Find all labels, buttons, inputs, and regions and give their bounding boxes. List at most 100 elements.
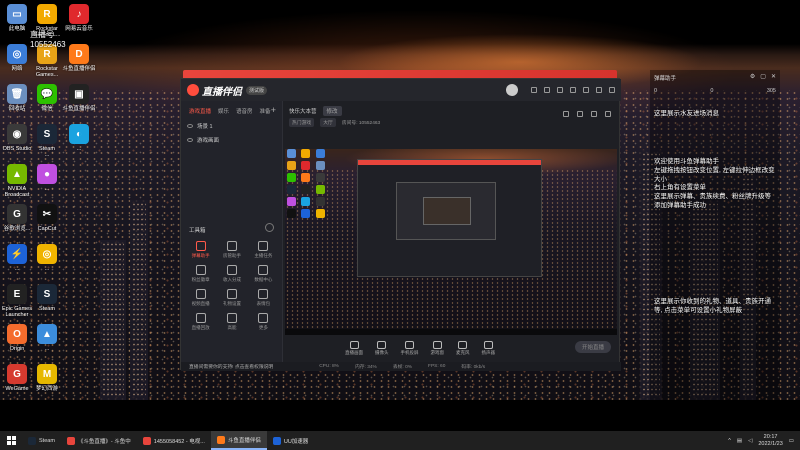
toolbox-item[interactable]: 粉丝徽章 bbox=[185, 265, 216, 283]
desktop-icon-label: ... bbox=[44, 266, 50, 272]
tab-game-live[interactable]: 游戏直播 bbox=[189, 107, 211, 115]
desktop-icon[interactable]: O Origin bbox=[0, 324, 34, 352]
desktop-icon[interactable]: 🗑 回收站 bbox=[0, 84, 34, 112]
desktop-icon[interactable]: G 谷歌浏览... bbox=[0, 204, 34, 232]
phone-cast-button[interactable]: 手机投屏 bbox=[401, 340, 419, 356]
toolbox-item[interactable]: 高能 bbox=[216, 313, 247, 331]
taskbar-item[interactable]: Steam bbox=[22, 431, 61, 450]
windows-icon bbox=[6, 436, 16, 445]
speaker-button[interactable]: 扬声器 bbox=[482, 340, 495, 356]
scene-item[interactable]: 游戏画面 bbox=[181, 133, 282, 147]
control-label: 麦克风 bbox=[456, 349, 470, 355]
desktop-icon[interactable]: E Epic Games Launcher bbox=[0, 284, 34, 318]
toolbox-item[interactable]: 直播回放 bbox=[185, 313, 216, 331]
taskbar-item[interactable]: 1455058452 - 电视... bbox=[137, 431, 211, 450]
message-icon[interactable] bbox=[531, 87, 537, 93]
clock[interactable]: 20:17 2022/1/23 bbox=[758, 434, 782, 447]
room-info-bar: 热门游戏 大厅 房间号: 10552463 bbox=[289, 118, 380, 127]
category-chip[interactable]: 热门游戏 bbox=[289, 118, 315, 127]
eye-icon[interactable] bbox=[187, 124, 193, 128]
microphone-icon bbox=[458, 340, 468, 349]
tool-label: 更多 bbox=[258, 325, 268, 330]
toolbox-item[interactable]: 更多 bbox=[248, 313, 279, 331]
pin-icon[interactable]: ▢ bbox=[760, 73, 766, 80]
toolbox-item[interactable]: 房管助手 bbox=[216, 241, 247, 259]
tab-entertainment[interactable]: 娱乐 bbox=[218, 107, 229, 115]
desktop-icon[interactable]: ◎ 网络 bbox=[0, 44, 34, 72]
toolbox-item[interactable]: 主播任务 bbox=[248, 241, 279, 259]
desktop-icon[interactable]: D 斗鱼直播伴侣 bbox=[62, 44, 96, 72]
desktop-icon[interactable]: ●... bbox=[30, 164, 64, 192]
close-icon[interactable] bbox=[609, 87, 615, 93]
clock-time: 20:17 bbox=[763, 433, 778, 440]
chevron-up-icon[interactable]: ^ bbox=[728, 438, 731, 444]
taskbar-item-label: 斗鱼直播伴侣 bbox=[227, 437, 261, 444]
toolbox-item[interactable]: 收入分成 bbox=[216, 265, 247, 283]
preview-nested-window-2 bbox=[423, 197, 471, 225]
toolbox-item[interactable]: 礼物设置 bbox=[216, 289, 247, 307]
settings-icon[interactable] bbox=[557, 87, 563, 93]
system-tray: ^ ▤ ◁ 20:17 2022/1/23 ▭ bbox=[728, 434, 800, 447]
desktop-icon[interactable]: M 梦幻西游 bbox=[30, 364, 64, 392]
screen-capture-button[interactable]: 直播画面 bbox=[345, 340, 363, 356]
app-icon: ◉ bbox=[7, 124, 27, 144]
desktop-icon[interactable]: ◐... bbox=[62, 124, 96, 152]
camera-button[interactable]: 摄像头 bbox=[375, 340, 389, 356]
network-icon[interactable]: ▤ bbox=[737, 438, 742, 444]
toolbox-grid: 弹幕助手 房管助手 主播任务粉丝徽章 收入分成 数据中心视频直播 礼物设置 表情包直播回放 高… bbox=[185, 241, 279, 331]
toolbox-toggle-icon[interactable] bbox=[265, 223, 274, 232]
tab-voice-room[interactable]: 语音房 bbox=[236, 107, 253, 115]
menu-icon[interactable] bbox=[570, 87, 576, 93]
toolbox-item[interactable]: 弹幕助手 bbox=[185, 241, 216, 259]
desktop-icon[interactable]: G WeGame bbox=[0, 364, 34, 392]
edit-room-button[interactable]: 修改 bbox=[322, 106, 342, 116]
tool-label: 弹幕助手 bbox=[191, 253, 210, 258]
tab-prepare[interactable]: 准备 bbox=[260, 107, 271, 115]
scene-label: 游戏画面 bbox=[197, 138, 220, 144]
desktop-icon[interactable]: ♪ 网易云音乐 bbox=[62, 4, 96, 32]
app-icon: 🗑 bbox=[7, 84, 27, 104]
layout-icon[interactable] bbox=[591, 111, 597, 117]
danmu-assistant-panel[interactable]: 弹幕助手 ⚙ ▢ ✕ 0 0 305 这里展示水友进场消息 欢迎使用斗鱼弹幕助手… bbox=[650, 70, 780, 400]
volume-icon[interactable]: ◁ bbox=[748, 438, 752, 444]
desktop-icon[interactable]: S Steam bbox=[30, 284, 64, 312]
taskbar-item[interactable]: UU加速器 bbox=[267, 431, 314, 450]
share-icon[interactable] bbox=[563, 111, 569, 117]
desktop-icon[interactable]: ◉ OBS Studio bbox=[0, 124, 34, 152]
desktop-icon[interactable]: ◎... bbox=[30, 244, 64, 272]
toolbox-item[interactable]: 表情包 bbox=[248, 289, 279, 307]
maximize-icon[interactable] bbox=[596, 87, 602, 93]
microphone-button[interactable]: 麦克风 bbox=[456, 340, 470, 356]
add-scene-icon[interactable]: + bbox=[271, 105, 276, 115]
desktop-icon[interactable]: 💬 微信 bbox=[30, 84, 64, 112]
close-icon[interactable]: ✕ bbox=[771, 73, 776, 80]
live-preview[interactable] bbox=[285, 149, 617, 335]
user-avatar[interactable] bbox=[506, 84, 518, 96]
app-icon: ▭ bbox=[7, 4, 27, 24]
gift-icon[interactable] bbox=[544, 87, 550, 93]
desktop-icon[interactable]: ⚡... bbox=[0, 244, 34, 272]
desktop-icon[interactable]: ▲ NVIDIA Broadcast bbox=[0, 164, 34, 198]
desktop-icon[interactable]: ✂ CapCut bbox=[30, 204, 64, 232]
settings-icon[interactable]: ⚙ bbox=[750, 73, 755, 80]
start-button[interactable] bbox=[0, 431, 22, 450]
desktop-icon[interactable]: ▲... bbox=[30, 324, 64, 352]
taskbar-item[interactable]: 《斗鱼直播》- 斗鱼中 bbox=[61, 431, 137, 450]
taskbar-item[interactable]: 斗鱼直播伴侣 bbox=[210, 431, 267, 450]
hall-chip[interactable]: 大厅 bbox=[320, 118, 336, 127]
desktop-icon[interactable]: S Steam ... bbox=[30, 124, 64, 158]
toolbox-item[interactable]: 数据中心 bbox=[248, 265, 279, 283]
status-notice[interactable]: 直播间需要你的支持! 点击查看权限说明 bbox=[189, 363, 273, 370]
toolbox-item[interactable]: 视频直播 bbox=[185, 289, 216, 307]
minimize-icon[interactable] bbox=[583, 87, 589, 93]
desktop-icon-label: 此电脑 bbox=[8, 26, 26, 32]
more-icon[interactable] bbox=[605, 111, 611, 117]
eye-icon[interactable] bbox=[187, 138, 193, 142]
start-live-button[interactable]: 开始直播 bbox=[575, 341, 611, 353]
scene-item[interactable]: 场景 1 bbox=[181, 119, 282, 133]
lock-icon[interactable] bbox=[577, 111, 583, 117]
desktop-icon[interactable]: ▭ 此电脑 bbox=[0, 4, 34, 32]
notification-icon[interactable]: ▭ bbox=[789, 438, 794, 444]
game-window-button[interactable]: 游戏窗 bbox=[431, 340, 444, 356]
desktop-icon[interactable]: ▣ 斗鱼直播伴侣 bbox=[62, 84, 96, 112]
